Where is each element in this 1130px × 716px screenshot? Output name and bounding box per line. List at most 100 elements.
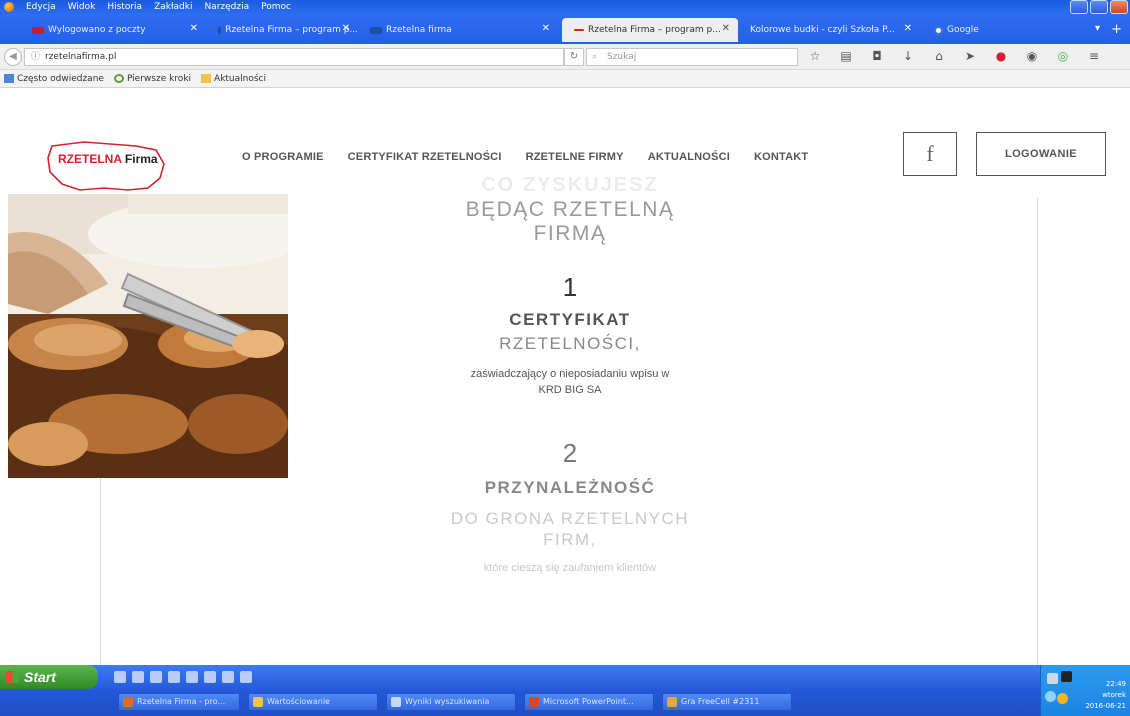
- menu-help[interactable]: Pomoc: [261, 2, 291, 12]
- benefits-heading: BĘDĄC RZETELNĄ FIRMĄ: [345, 198, 795, 246]
- ie-launch-icon[interactable]: [168, 671, 180, 683]
- search-icon: ⌕: [592, 52, 598, 62]
- minimize-button[interactable]: [1070, 0, 1088, 14]
- nav-o-programie[interactable]: O PROGRAMIE: [242, 151, 324, 163]
- menu-icon[interactable]: ≡: [1087, 49, 1101, 63]
- rss-icon: [201, 73, 212, 83]
- bookmark-icon: [4, 73, 14, 83]
- pocket-icon[interactable]: ◘: [870, 49, 884, 63]
- sync-icon[interactable]: ◎: [1056, 49, 1070, 63]
- firefox-launch-icon[interactable]: [132, 671, 144, 683]
- login-button[interactable]: LOGOWANIE: [976, 132, 1106, 176]
- app2-launch-icon[interactable]: [240, 671, 252, 683]
- menu-history[interactable]: Historia: [107, 2, 142, 12]
- tab-mail[interactable]: Wylogowano z poczty ✕: [20, 18, 206, 42]
- task-firefox[interactable]: Rzetelna Firma - pro...: [118, 693, 240, 711]
- task-buttons: Rzetelna Firma - pro... Wartościowanie W…: [118, 693, 792, 711]
- heading-line-1: BĘDĄC RZETELNĄ: [465, 198, 675, 221]
- toolbar-icons: ☆ ▤ ◘ ↓ ⌂ ➤ ● ◉ ◎ ≡: [808, 49, 1101, 63]
- menu-tools[interactable]: Narzędzia: [204, 2, 249, 12]
- benefit-2-description: które cieszą się zaufaniem klientów: [483, 562, 657, 574]
- new-tab-icon[interactable]: +: [1111, 22, 1122, 37]
- login-label: LOGOWANIE: [1004, 148, 1078, 160]
- close-tab-icon[interactable]: ✕: [904, 23, 912, 34]
- bookmark-news[interactable]: Aktualności: [201, 73, 266, 84]
- app-launch-icon[interactable]: [222, 671, 234, 683]
- star-icon[interactable]: ☆: [808, 49, 822, 63]
- tab-rzetelna-1[interactable]: Rzetelna Firma – program p... ✕: [206, 18, 358, 42]
- tab-kolorowe[interactable]: Kolorowe budki - czyli Szkoła P... ✕: [738, 18, 920, 42]
- task-powerpoint[interactable]: Microsoft PowerPoint...: [524, 693, 654, 711]
- bookmark-most-visited[interactable]: Często odwiedzane: [4, 73, 104, 84]
- tab-active[interactable]: Rzetelna Firma – program p... ✕: [562, 18, 738, 42]
- site-favicon-icon: [218, 26, 222, 34]
- close-tab-icon[interactable]: ✕: [542, 23, 550, 34]
- clock[interactable]: 22:49 wtorek 2016-06-21: [1085, 679, 1126, 712]
- home-icon[interactable]: ⌂: [932, 49, 946, 63]
- media-launch-icon[interactable]: [186, 671, 198, 683]
- menu-view[interactable]: Widok: [68, 2, 96, 12]
- send-icon[interactable]: ➤: [963, 49, 977, 63]
- tab-google[interactable]: Google: [922, 18, 1032, 42]
- benefit-1-description: zaświadczający o nieposiadaniu wpisu w K…: [470, 368, 670, 396]
- search-input[interactable]: ⌕ Szukaj: [586, 48, 798, 66]
- close-tab-icon[interactable]: ✕: [190, 23, 198, 34]
- benefit-2-title: PRZYNALEŻNOŚĆ: [484, 478, 656, 497]
- close-tab-icon[interactable]: ✕: [342, 23, 350, 34]
- tab-rzetelna-2[interactable]: Rzetelna firma ✕: [358, 18, 558, 42]
- main-navigation: O PROGRAMIE CERTYFIKAT RZETELNOŚCI RZETE…: [242, 151, 808, 163]
- maximize-button[interactable]: [1090, 0, 1108, 14]
- nav-rzetelne-firmy[interactable]: RZETELNE FIRMY: [526, 151, 624, 163]
- facebook-button[interactable]: f: [903, 132, 957, 176]
- loading-icon: [574, 29, 584, 31]
- info-icon[interactable]: ⓘ: [31, 49, 40, 65]
- site-logo[interactable]: RZETELNA Firma: [44, 138, 172, 194]
- reading-list-icon[interactable]: ▤: [839, 49, 853, 63]
- menu-edit[interactable]: Edycja: [26, 2, 56, 12]
- volume-icon[interactable]: [1045, 691, 1056, 702]
- network-icon[interactable]: [1047, 673, 1058, 684]
- divider-line: [1037, 198, 1038, 665]
- menu-bookmarks[interactable]: Zakładki: [154, 2, 192, 12]
- show-desktop-icon[interactable]: [114, 671, 126, 683]
- windows-taskbar: Start Rzetelna Firma - pro... Wartościow…: [0, 665, 1130, 716]
- benefit-2-subtitle: DO GRONA RZETELNYCH: [450, 509, 690, 528]
- task-folder[interactable]: Wartościowanie: [248, 693, 378, 711]
- benefit-1-number: 1: [562, 272, 578, 302]
- adblock-icon[interactable]: ●: [994, 49, 1008, 63]
- folder-launch-icon[interactable]: [204, 671, 216, 683]
- close-tab-icon[interactable]: ✕: [722, 23, 730, 34]
- task-freecell[interactable]: Gra FreeCell #2311: [662, 693, 792, 711]
- extension-icon[interactable]: ◉: [1025, 49, 1039, 63]
- explorer-launch-icon[interactable]: [150, 671, 162, 683]
- clock-time: 22:49: [1105, 680, 1126, 688]
- download-icon[interactable]: ↓: [901, 49, 915, 63]
- update-icon[interactable]: [1057, 693, 1068, 704]
- firefox-bookmark-icon: [113, 73, 124, 83]
- url-bar[interactable]: ⓘ rzetelnafirma.pl: [24, 48, 564, 66]
- start-button[interactable]: Start: [0, 665, 98, 689]
- reload-icon[interactable]: ↻: [564, 48, 584, 66]
- logo-text: RZETELNA Firma: [58, 152, 158, 166]
- windows-logo-icon: [6, 671, 19, 683]
- system-tray: 22:49 wtorek 2016-06-21: [1040, 665, 1130, 716]
- tab-list-icon[interactable]: ▾: [1095, 23, 1100, 34]
- tab-label: Rzetelna firma: [386, 25, 452, 35]
- nav-aktualnosci[interactable]: AKTUALNOŚCI: [648, 151, 730, 163]
- tab-label: Rzetelna Firma – program p...: [225, 25, 358, 35]
- nav-kontakt[interactable]: KONTAKT: [754, 151, 808, 163]
- bookmark-first-steps[interactable]: Pierwsze kroki: [113, 73, 191, 84]
- close-window-button[interactable]: [1110, 0, 1128, 14]
- google-favicon-icon: [934, 25, 943, 35]
- ghost-heading: CO ZYSKUJESZ: [481, 174, 659, 196]
- back-button[interactable]: ◀: [4, 48, 22, 66]
- tab-label: Wylogowano z poczty: [48, 25, 146, 35]
- app-tray-icon[interactable]: [1061, 671, 1072, 682]
- quick-launch: [114, 671, 252, 683]
- clock-day: wtorek: [1102, 691, 1126, 699]
- nav-certyfikat[interactable]: CERTYFIKAT RZETELNOŚCI: [348, 151, 502, 163]
- task-search[interactable]: Wyniki wyszukiwania: [386, 693, 516, 711]
- tab-strip: Wylogowano z poczty ✕ Rzetelna Firma – p…: [0, 14, 1130, 44]
- url-text: rzetelnafirma.pl: [45, 52, 117, 62]
- browser-menubar: Edycja Widok Historia Zakładki Narzędzia…: [0, 0, 1130, 14]
